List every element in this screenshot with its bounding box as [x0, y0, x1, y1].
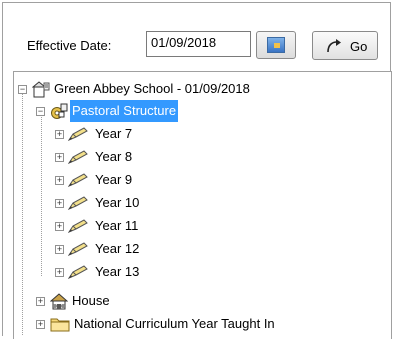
- house-icon: [50, 293, 68, 310]
- calendar-icon: [267, 37, 285, 53]
- structure-tree[interactable]: − Green Abbey School - 01/09/2018 − Past…: [13, 71, 392, 339]
- calendar-button[interactable]: [256, 31, 296, 59]
- year-group-icon: [68, 196, 88, 210]
- pastoral-structure-icon: [51, 103, 68, 119]
- tree-node-label: Green Abbey School - 01/09/2018: [54, 81, 250, 96]
- collapse-toggle[interactable]: −: [18, 85, 27, 94]
- go-arrow-icon: [327, 39, 341, 53]
- effective-date-field[interactable]: 01/09/2018: [146, 31, 251, 57]
- expand-toggle[interactable]: +: [55, 268, 64, 277]
- expand-toggle[interactable]: +: [55, 176, 64, 185]
- expand-toggle[interactable]: +: [36, 297, 45, 306]
- folder-icon: [50, 318, 70, 332]
- expand-toggle[interactable]: +: [55, 245, 64, 254]
- tree-node-label: Year 13: [95, 264, 140, 279]
- tree-node-label: Year 12: [95, 241, 140, 256]
- toolbar: Effective Date: 01/09/2018 Go: [3, 3, 390, 71]
- tree-node-label: Pastoral Structure: [70, 100, 179, 122]
- effective-date-label: Effective Date:: [27, 38, 112, 53]
- collapse-toggle[interactable]: −: [36, 107, 45, 116]
- go-button[interactable]: Go: [312, 31, 378, 60]
- tree-line: [22, 89, 23, 335]
- expand-toggle[interactable]: +: [55, 153, 64, 162]
- tree-node-label: Year 11: [95, 218, 139, 233]
- tree-node-label: National Curriculum Year Taught In: [74, 316, 275, 331]
- tree-node-label: House: [72, 293, 110, 308]
- expand-toggle[interactable]: +: [55, 130, 64, 139]
- tree-line: [41, 113, 42, 276]
- school-icon: [32, 81, 50, 98]
- expand-toggle[interactable]: +: [55, 199, 64, 208]
- tree-node-label: Year 8: [95, 149, 133, 164]
- go-label: Go: [350, 39, 368, 54]
- tree-node-label: Year 7: [95, 126, 133, 141]
- year-group-icon: [68, 265, 88, 279]
- expand-toggle[interactable]: +: [55, 222, 64, 231]
- year-group-icon: [68, 242, 88, 256]
- year-group-icon: [68, 219, 88, 233]
- panel: Effective Date: 01/09/2018 Go − Green Ab…: [2, 2, 392, 339]
- year-group-icon: [68, 173, 88, 187]
- tree-node-label: Year 9: [95, 172, 133, 187]
- year-group-icon: [68, 127, 88, 141]
- year-group-icon: [68, 150, 88, 164]
- tree-node-label: Year 10: [95, 195, 140, 210]
- expand-toggle[interactable]: +: [36, 320, 45, 329]
